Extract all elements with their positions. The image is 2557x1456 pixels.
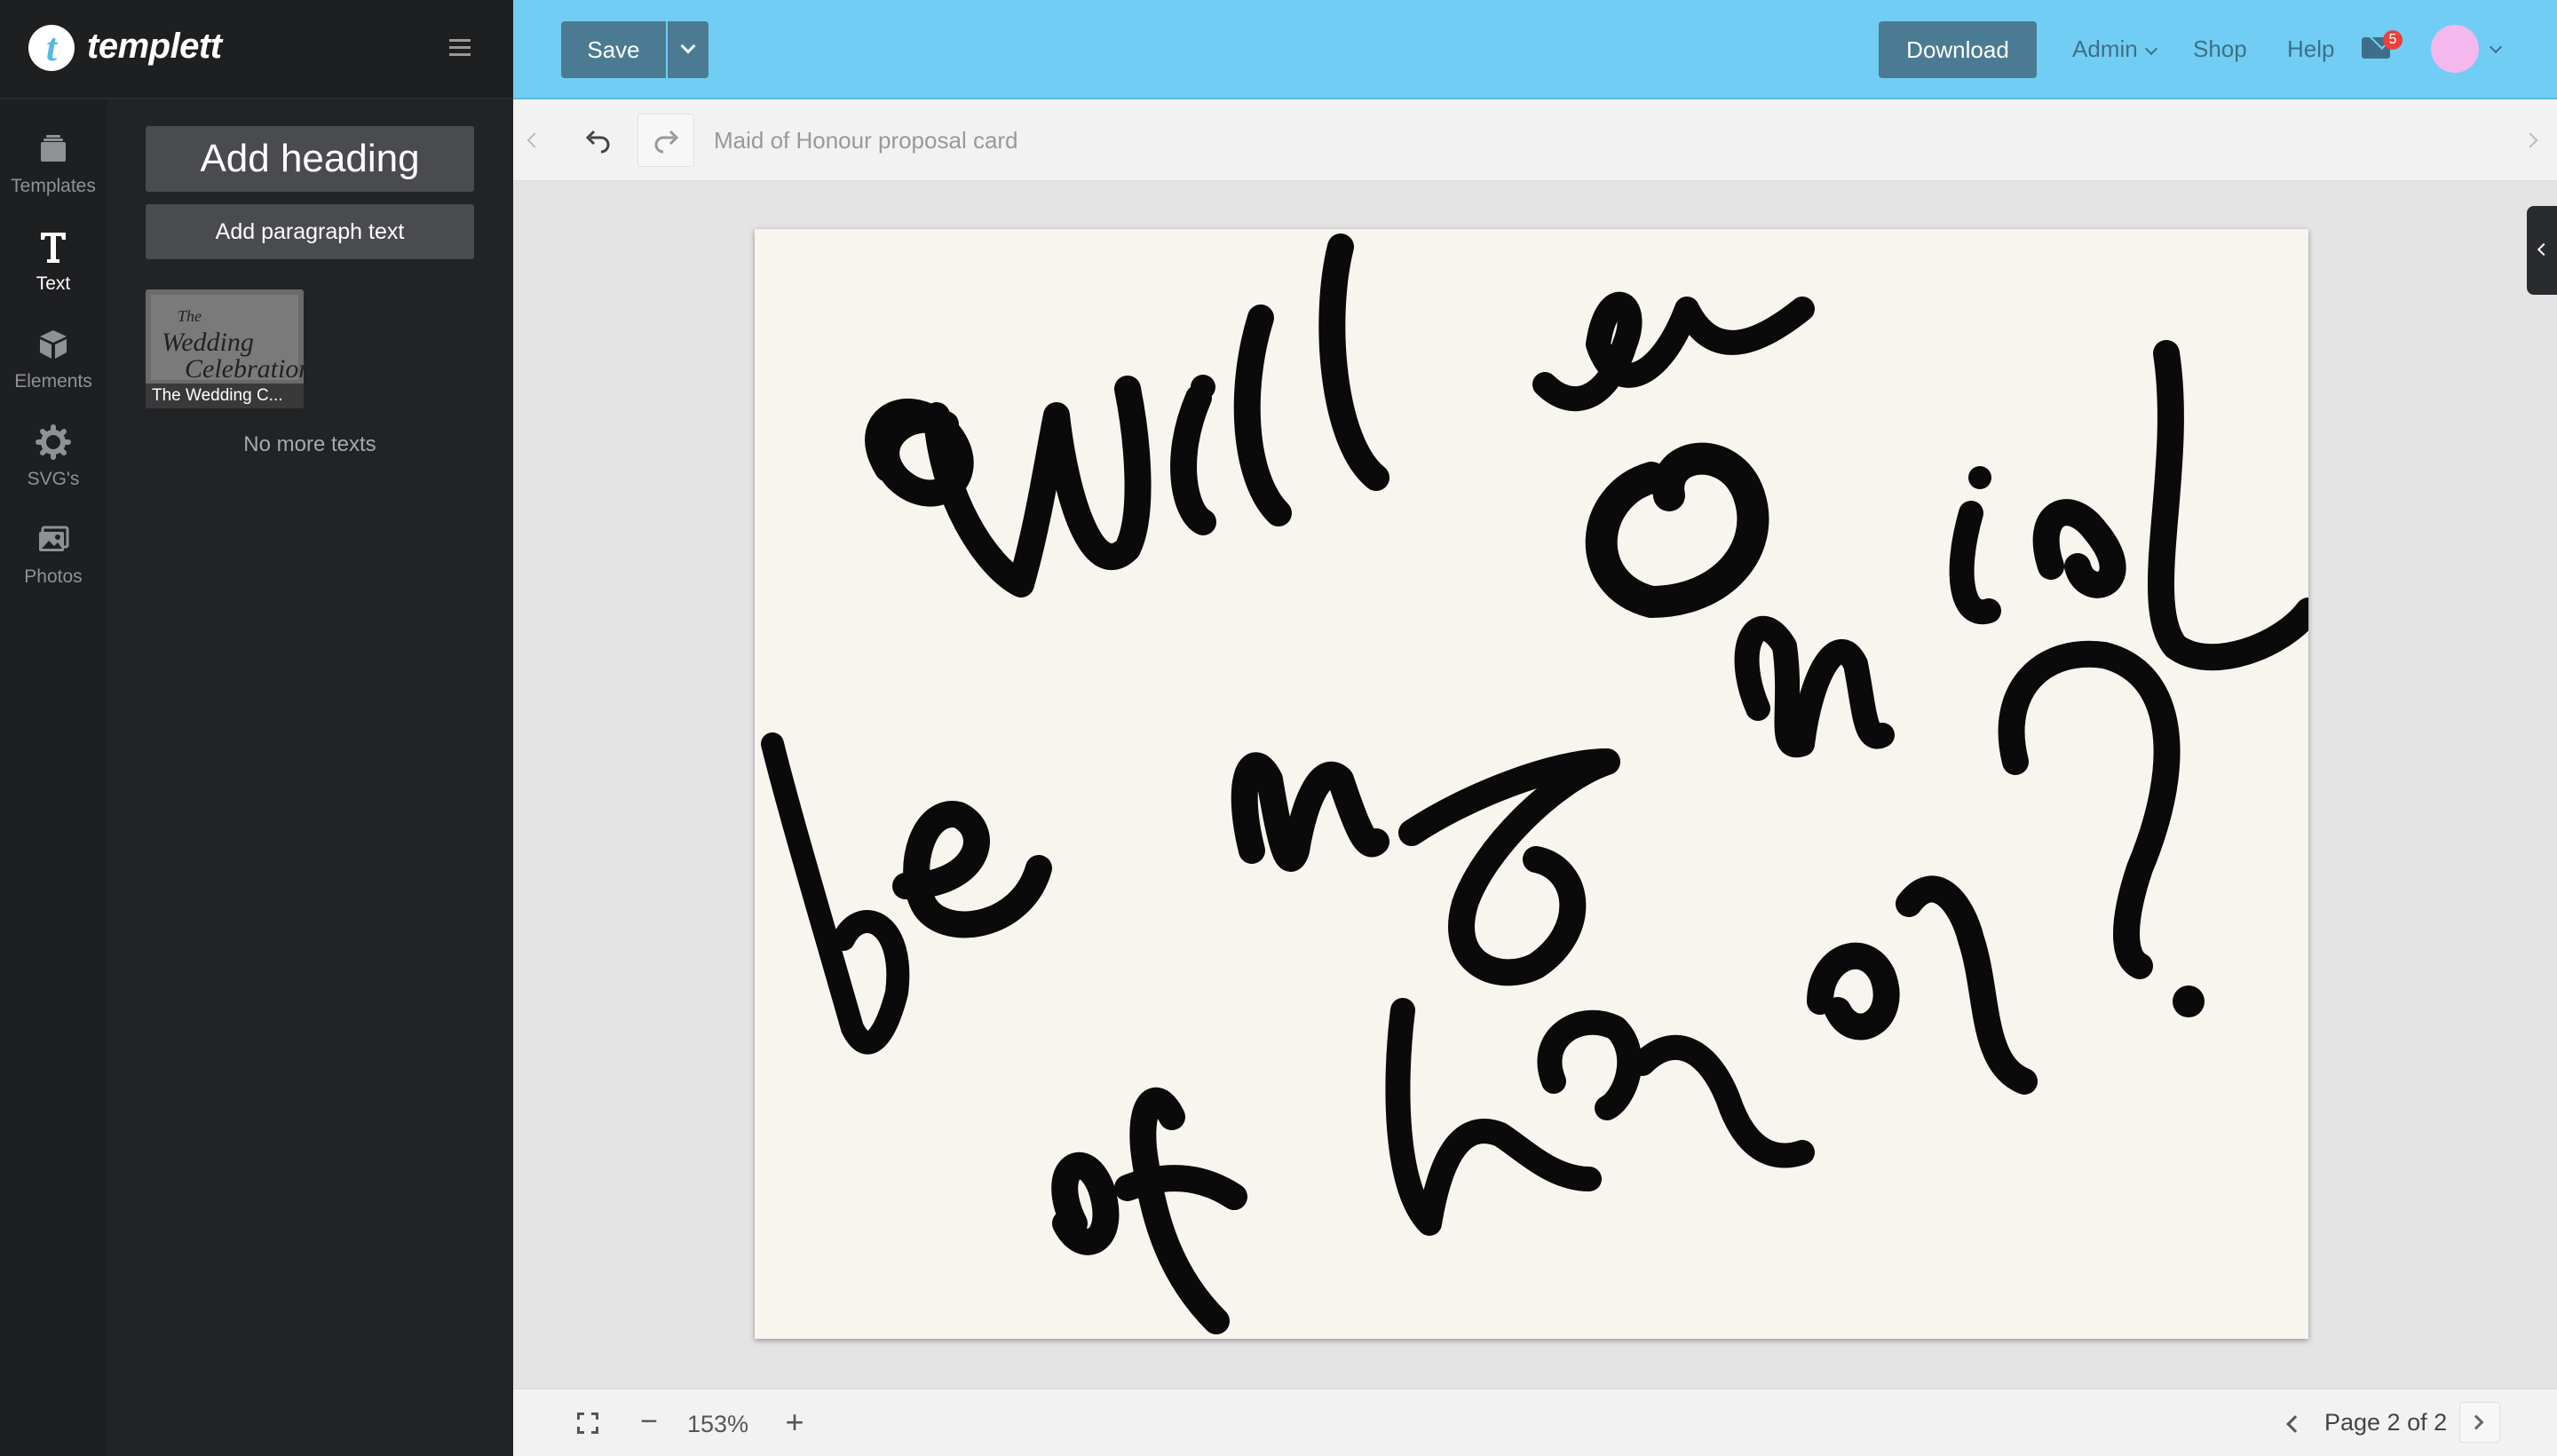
rail-label: Elements [14, 371, 92, 392]
avatar[interactable] [2431, 25, 2479, 73]
elements-icon [40, 330, 67, 359]
chevron-left-icon [2537, 242, 2551, 257]
previous-page-icon[interactable] [2286, 1415, 2304, 1433]
icon-rail: Templates Text Elements SVG's Photos [0, 0, 107, 1456]
thumbnail-art-line: Celebration [185, 354, 304, 384]
chevron-right-icon [2468, 1414, 2484, 1430]
document-title[interactable]: Maid of Honour proposal card [714, 127, 1018, 154]
collapse-panel-tab[interactable] [2527, 206, 2557, 295]
save-options-dropdown[interactable] [668, 21, 709, 78]
rail-item-templates[interactable]: Templates [0, 124, 107, 213]
add-heading-button[interactable]: Add heading [146, 126, 474, 192]
text-icon [41, 233, 66, 263]
empty-state-message: No more texts [243, 432, 376, 456]
rail-label: Photos [24, 566, 83, 587]
toolbar-scroll-right-icon[interactable] [2522, 132, 2538, 148]
rail-item-elements[interactable]: Elements [0, 320, 107, 408]
undo-icon [585, 130, 610, 154]
thumbnail-caption: The Wedding C... [146, 384, 304, 408]
fullscreen-icon[interactable] [577, 1412, 598, 1434]
zoom-level[interactable]: 153% [687, 1411, 748, 1438]
brand-header: t templett [0, 0, 513, 99]
page-indicator: Page 2 of 2 [2324, 1409, 2448, 1436]
save-button[interactable]: Save [561, 21, 666, 78]
design-canvas[interactable] [755, 229, 2308, 1339]
logo-letter: t [45, 26, 58, 69]
text-panel: Add heading Add paragraph text The Weddi… [107, 99, 513, 1456]
templates-icon [41, 135, 66, 162]
redo-icon [654, 130, 679, 154]
photos-icon [39, 526, 69, 551]
gear-icon [36, 424, 71, 460]
undo-button[interactable] [568, 114, 625, 167]
editor-toolbar: Maid of Honour proposal card [513, 99, 2557, 181]
zoom-out-button[interactable]: − [636, 1406, 662, 1436]
next-page-button[interactable] [2459, 1402, 2500, 1443]
rail-label: Text [36, 273, 71, 294]
hamburger-menu-icon[interactable] [449, 39, 471, 57]
shop-link[interactable]: Shop [2193, 36, 2247, 63]
thumbnail-art-line: The [178, 307, 202, 325]
hand-lettering-artwork[interactable] [755, 229, 2308, 1339]
chevron-down-icon[interactable] [2489, 40, 2503, 54]
rail-label: Templates [11, 176, 96, 196]
rail-item-svgs[interactable]: SVG's [0, 417, 107, 506]
notification-badge: 5 [2383, 30, 2403, 50]
workspace [513, 181, 2557, 1389]
thumbnail-artwork: The Wedding Celebration [151, 295, 304, 384]
rail-item-text[interactable]: Text [0, 222, 107, 311]
logo-text[interactable]: templett [87, 27, 222, 67]
rail-label: SVG's [27, 469, 80, 489]
top-bar: Save Download Admin Shop Help 5 [513, 0, 2557, 99]
bottom-bar: − 153% + Page 2 of 2 [513, 1389, 2557, 1456]
logo-icon[interactable]: t [28, 25, 75, 71]
chevron-down-icon [2144, 42, 2158, 56]
thumbnail-art-line: Wedding [162, 328, 254, 357]
help-link[interactable]: Help [2287, 36, 2334, 63]
toolbar-scroll-left-icon[interactable] [526, 132, 542, 148]
add-paragraph-button[interactable]: Add paragraph text [146, 204, 474, 259]
redo-button[interactable] [637, 114, 694, 167]
zoom-in-button[interactable]: + [780, 1406, 810, 1438]
chevron-down-icon [680, 38, 696, 54]
text-preset-thumbnail[interactable]: The Wedding Celebration The Wedding C... [146, 289, 304, 408]
download-button[interactable]: Download [1879, 21, 2037, 78]
admin-menu[interactable]: Admin [2072, 36, 2138, 63]
rail-item-photos[interactable]: Photos [0, 515, 107, 604]
